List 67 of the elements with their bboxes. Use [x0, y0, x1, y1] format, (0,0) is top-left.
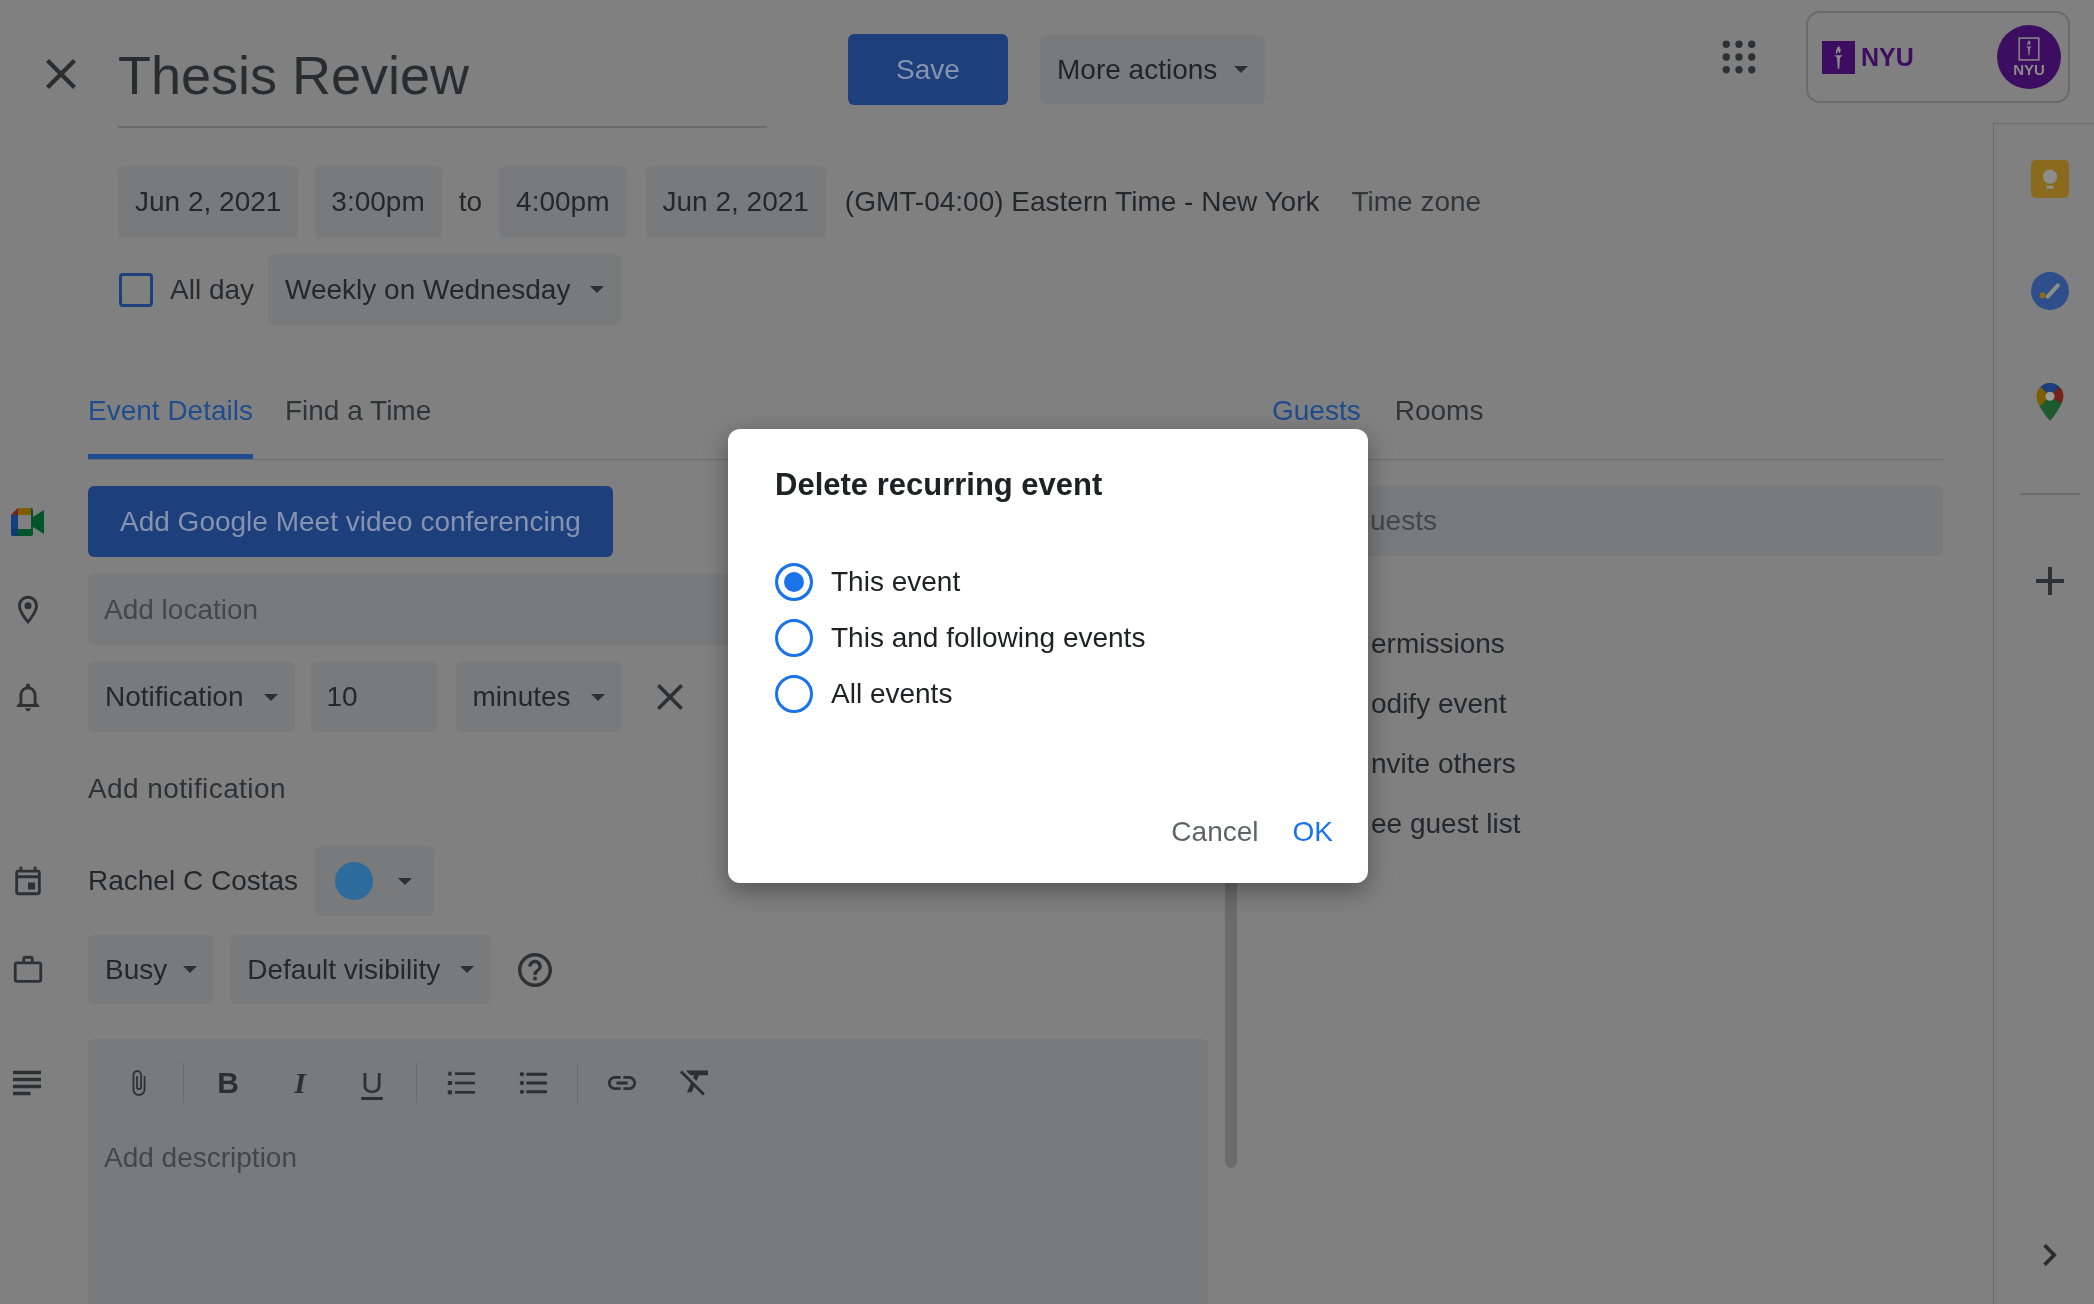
caret-icon: [590, 693, 605, 701]
add-video-conferencing-button[interactable]: Add Google Meet video conferencing: [88, 486, 613, 557]
bulleted-list-icon[interactable]: [519, 1069, 547, 1097]
tab[interactable]: Rooms: [1394, 380, 1484, 459]
permissions-heading: ermissions: [1370, 627, 1505, 661]
timezone-label: (GMT-04:00) Eastern Time - New York: [844, 186, 1320, 218]
text-lines-icon: [11, 1069, 43, 1097]
color-dropdown[interactable]: [315, 846, 435, 916]
numbered-list-icon[interactable]: [447, 1069, 475, 1097]
start-date-field[interactable]: Jun 2, 2021: [118, 166, 299, 238]
bold-button[interactable]: B: [217, 1067, 239, 1099]
time-separator: to: [458, 186, 483, 218]
chevron-right-icon[interactable]: [2043, 1244, 2057, 1266]
option-label[interactable]: This event: [831, 566, 961, 598]
option-label[interactable]: All events: [831, 678, 953, 710]
checkbox-label[interactable]: All day: [170, 273, 255, 306]
tasks-check-icon[interactable]: [2031, 272, 2069, 310]
caret-icon: [590, 286, 605, 293]
ok-button[interactable]: OK: [1284, 808, 1341, 856]
account-avatar[interactable]: NYU: [1997, 25, 2061, 89]
add-notification-button[interactable]: Add notification: [88, 773, 286, 805]
start-time-field[interactable]: 3:00pm: [314, 166, 442, 238]
tab[interactable]: Event Details: [88, 380, 253, 459]
recurrence-dropdown[interactable]: Weekly on Wednesday: [268, 254, 622, 325]
end-date-field[interactable]: Jun 2, 2021: [645, 166, 826, 238]
option-label[interactable]: This and following events: [831, 622, 1146, 654]
radio-button[interactable]: [775, 563, 813, 601]
close-icon[interactable]: [46, 59, 76, 89]
account-switcher[interactable]: NYU NYU: [1806, 11, 2070, 103]
close-icon[interactable]: [656, 684, 683, 710]
caret-icon: [460, 966, 475, 973]
end-time-field[interactable]: 4:00pm: [499, 166, 627, 238]
save-button[interactable]: Save: [848, 34, 1008, 105]
timezone-button[interactable]: Time zone: [1345, 180, 1488, 224]
radio-button[interactable]: [775, 619, 813, 657]
logo-text: NYU: [1861, 42, 1914, 72]
dialog-title: Delete recurring event: [775, 466, 1103, 504]
caret-icon: [263, 693, 278, 701]
apps-grid-icon[interactable]: [1722, 40, 1756, 74]
italic-button[interactable]: I: [294, 1067, 306, 1099]
torch-logo-icon: [2018, 37, 2040, 61]
more-actions-button[interactable]: More actions: [1040, 35, 1266, 104]
tab[interactable]: Find a Time: [284, 380, 432, 459]
visibility-dropdown[interactable]: Default visibility: [230, 935, 492, 1004]
calendar-owner: Rachel C Costas: [88, 865, 299, 897]
cancel-button[interactable]: Cancel: [1163, 808, 1267, 856]
permission-label[interactable]: nvite others: [1368, 744, 1516, 784]
notification-unit-dropdown[interactable]: minutes: [455, 662, 622, 732]
permission-label[interactable]: ee guest list: [1368, 804, 1521, 844]
plus-icon[interactable]: [2036, 567, 2064, 595]
torch-logo-icon: [1822, 40, 1855, 74]
map-pin-icon[interactable]: [2036, 383, 2064, 421]
caret-icon: [398, 877, 413, 885]
title-field[interactable]: Thesis Review: [118, 0, 767, 128]
video-camera-icon: [11, 507, 45, 536]
checkbox[interactable]: [119, 272, 153, 307]
availability-dropdown[interactable]: Busy: [88, 935, 215, 1004]
caret-icon: [183, 966, 198, 973]
notification-amount-field[interactable]: 10: [310, 662, 438, 732]
underline-button[interactable]: U: [361, 1067, 383, 1099]
permission-label[interactable]: odify event: [1368, 684, 1507, 724]
help-icon[interactable]: [518, 952, 553, 987]
caret-icon: [1234, 66, 1249, 73]
notification-type-dropdown[interactable]: Notification: [88, 662, 295, 732]
radio-button[interactable]: [775, 675, 813, 713]
clear-formatting-icon[interactable]: [680, 1069, 708, 1097]
tab[interactable]: Guests: [1272, 380, 1361, 459]
